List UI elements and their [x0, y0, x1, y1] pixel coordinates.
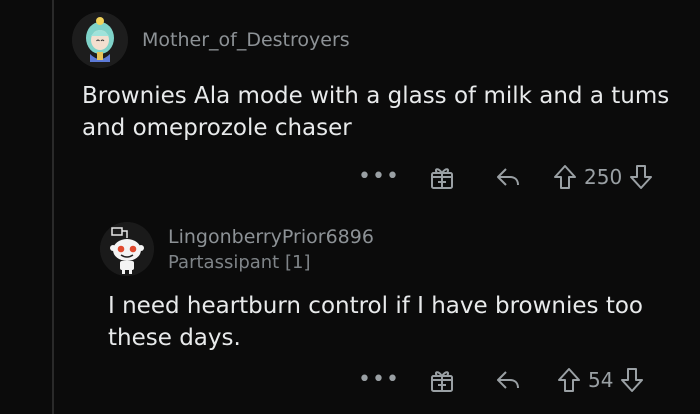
award-icon	[431, 371, 453, 392]
comment-body-line: these days.	[108, 325, 241, 351]
upvote-icon	[558, 368, 580, 392]
comment: LingonberryPrior6896 Partassipant [1] I …	[100, 222, 685, 354]
comment-header: LingonberryPrior6896 Partassipant [1]	[100, 222, 685, 276]
award-icon	[431, 168, 453, 189]
comment-actions: ••• 250	[358, 163, 654, 191]
downvote-button[interactable]	[628, 163, 654, 191]
award-button[interactable]	[428, 163, 456, 191]
downvote-icon	[621, 368, 644, 392]
snoo-robot-avatar-icon	[100, 222, 154, 276]
user-avatar[interactable]	[100, 222, 154, 276]
upvote-button[interactable]	[552, 163, 578, 191]
reply-icon	[497, 168, 519, 186]
upvote-button[interactable]	[556, 366, 582, 394]
comment-body: I need heartburn control if I have brown…	[108, 290, 685, 354]
more-options-icon: •••	[358, 367, 400, 392]
comment-body-line: I need heartburn control if I have brown…	[108, 293, 643, 319]
reply-button[interactable]	[494, 366, 522, 394]
fantasy-character-avatar-icon	[72, 12, 128, 68]
thread-line[interactable]	[52, 0, 54, 414]
comment-body-line: Brownies Ala mode with a glass of milk a…	[82, 83, 670, 109]
user-avatar[interactable]	[72, 12, 128, 68]
vote-score: 54	[588, 368, 614, 392]
comment-actions: ••• 54	[358, 366, 645, 394]
award-button[interactable]	[428, 366, 456, 394]
more-options-button[interactable]: •••	[358, 369, 399, 391]
comment-body: Brownies Ala mode with a glass of milk a…	[82, 80, 682, 144]
downvote-button[interactable]	[619, 366, 645, 394]
comment-header: Mother_of_Destroyers	[72, 12, 682, 68]
username[interactable]: LingonberryPrior6896	[168, 226, 374, 248]
more-options-icon: •••	[358, 164, 400, 189]
comment-body-line: and omeprozole chaser	[82, 115, 352, 141]
more-options-button[interactable]: •••	[358, 166, 399, 188]
reply-icon	[497, 371, 519, 389]
reply-button[interactable]	[494, 163, 522, 191]
downvote-icon	[630, 165, 653, 189]
user-flair: Partassipant [1]	[168, 251, 311, 273]
vote-score: 250	[584, 165, 623, 189]
username[interactable]: Mother_of_Destroyers	[142, 29, 350, 51]
upvote-icon	[554, 165, 576, 189]
comment: Mother_of_Destroyers Brownies Ala mode w…	[72, 12, 682, 144]
